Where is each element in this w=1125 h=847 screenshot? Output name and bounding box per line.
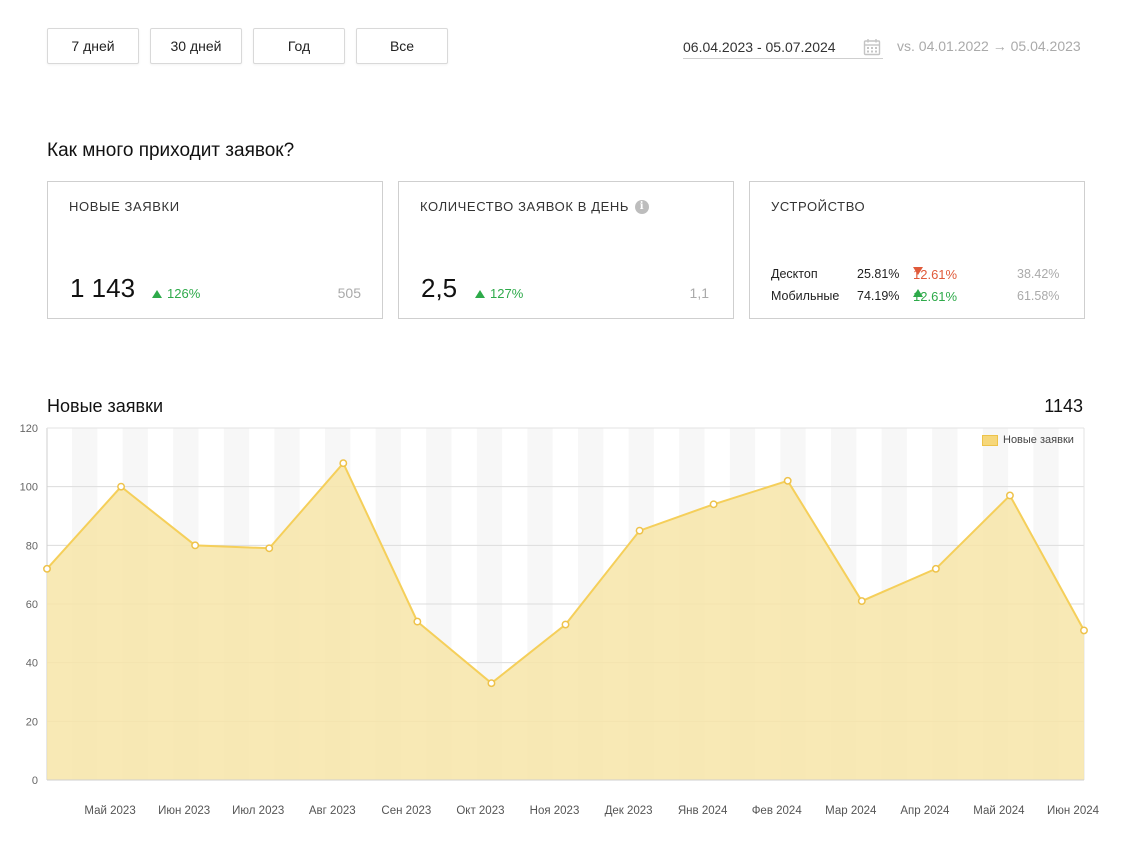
data-point	[635, 526, 644, 535]
data-point	[413, 617, 422, 626]
chart-total: 1143	[1044, 396, 1083, 416]
data-point	[561, 620, 570, 629]
calendar-icon[interactable]	[863, 38, 881, 56]
kpi-delta: 126%	[152, 286, 200, 301]
section-title: Как много приходит заявок?	[47, 140, 295, 161]
period-year-button[interactable]: Год	[253, 28, 345, 64]
data-point	[709, 500, 718, 509]
data-point	[191, 541, 200, 550]
x-tick-label: Мар 2024	[825, 805, 877, 817]
legend-swatch	[982, 434, 998, 446]
data-point	[265, 544, 274, 553]
x-tick-label: Янв 2024	[678, 805, 728, 817]
data-point	[1080, 626, 1088, 635]
compare-period: vs. 04.01.2022 → 05.04.2023	[897, 38, 1081, 54]
card-title: КОЛИЧЕСТВО ЗАЯВОК В ДЕНЬ i	[420, 199, 649, 214]
y-tick-label: 0	[32, 775, 38, 787]
kpi-value: 2,5	[421, 273, 458, 303]
y-tick-label: 120	[20, 423, 38, 435]
chart-title: Новые заявки	[47, 396, 164, 416]
y-tick-label: 60	[26, 599, 38, 611]
data-point	[1005, 491, 1014, 500]
period-7-days-button[interactable]: 7 дней	[47, 28, 139, 64]
card-devices: УСТРОЙСТВО Десктоп 25.81% 12.61% 38.42% …	[749, 181, 1085, 319]
card-title: УСТРОЙСТВО	[771, 199, 866, 214]
y-tick-label: 20	[26, 716, 38, 728]
x-tick-label: Фев 2024	[752, 805, 803, 817]
data-point	[931, 564, 940, 573]
x-tick-label: Авг 2023	[309, 805, 356, 817]
date-range-value: 06.04.2023 - 05.07.2024	[683, 39, 836, 55]
x-tick-label: Апр 2024	[900, 805, 950, 817]
new-requests-chart: 0 20 40 60 80 100 120 Май 2023 Июн 2023 Июл 2023 А…	[20, 423, 1100, 817]
x-tick-label: Дек 2023	[605, 805, 653, 817]
y-tick-label: 100	[20, 482, 38, 494]
x-tick-label: Окт 2023	[456, 805, 504, 817]
x-tick-label: Ноя 2023	[530, 805, 580, 817]
y-tick-label: 40	[26, 658, 38, 670]
arrow-up-icon	[475, 290, 485, 298]
data-point	[339, 459, 348, 468]
card-requests-per-day: КОЛИЧЕСТВО ЗАЯВОК В ДЕНЬ i 2,5 127% 1,1	[398, 181, 734, 319]
period-all-button[interactable]: Все	[356, 28, 448, 64]
arrow-up-icon	[152, 290, 162, 298]
y-tick-label: 80	[26, 540, 38, 552]
x-tick-label: Июн 2024	[1047, 805, 1100, 817]
kpi-previous: 1,1	[689, 285, 709, 301]
kpi-delta: 127%	[475, 286, 523, 301]
x-tick-label: Июн 2023	[158, 805, 210, 817]
data-point	[43, 564, 51, 573]
date-range-picker[interactable]: 06.04.2023 - 05.07.2024	[683, 36, 883, 59]
data-point	[117, 482, 126, 491]
info-icon[interactable]: i	[635, 199, 649, 214]
x-tick-label: Май 2023	[84, 805, 135, 817]
data-point	[857, 597, 866, 606]
x-tick-label: Июл 2023	[232, 805, 284, 817]
device-row-mobile: Мобильные 74.19% 12.61% 61.58%	[771, 289, 1060, 304]
kpi-previous: 505	[337, 285, 361, 301]
period-30-days-button[interactable]: 30 дней	[150, 28, 242, 64]
device-row-desktop: Десктоп 25.81% 12.61% 38.42%	[771, 267, 1060, 282]
x-tick-label: Май 2024	[973, 805, 1025, 817]
x-tick-label: Сен 2023	[381, 805, 431, 817]
card-new-requests: НОВЫЕ ЗАЯВКИ 1 143 126% 505	[47, 181, 383, 319]
kpi-value: 1 143	[70, 273, 136, 303]
legend-label: Новые заявки	[1003, 434, 1074, 446]
card-title: НОВЫЕ ЗАЯВКИ	[69, 199, 180, 214]
chart-legend[interactable]: Новые заявки	[982, 434, 1074, 446]
data-point	[783, 476, 792, 485]
data-point	[487, 679, 496, 688]
